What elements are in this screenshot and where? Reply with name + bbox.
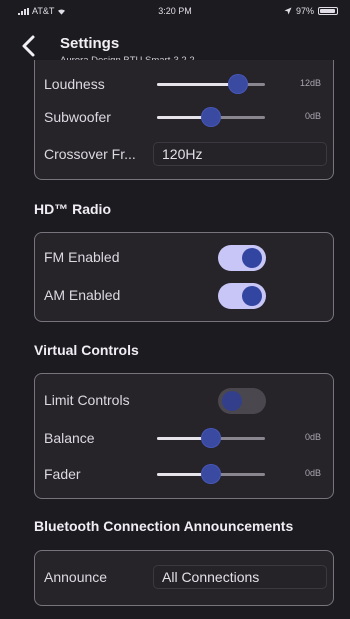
fader-value: 0dB xyxy=(304,468,321,478)
subwoofer-row: Subwoofer 0dB xyxy=(35,103,333,131)
balance-row: Balance 0dB xyxy=(35,424,333,452)
announce-label: Announce xyxy=(44,569,108,585)
fader-label: Fader xyxy=(44,466,81,482)
crossover-row: Crossover Fr... 120Hz xyxy=(35,140,333,168)
am-enabled-label: AM Enabled xyxy=(44,287,121,303)
announce-select[interactable]: All Connections xyxy=(153,565,327,589)
status-bar: AT&T 3:20 PM 97% xyxy=(0,0,350,24)
subwoofer-value: 0dB xyxy=(304,111,321,121)
audio-settings-card: Loudness 12dB Subwoofer 0dB Crossover Fr… xyxy=(34,60,334,180)
slider-thumb[interactable] xyxy=(201,107,221,127)
subwoofer-slider[interactable] xyxy=(157,107,265,127)
crossover-select[interactable]: 120Hz xyxy=(153,142,327,166)
virtual-controls-section-title: Virtual Controls xyxy=(34,342,139,358)
announce-row: Announce All Connections xyxy=(35,563,333,591)
bluetooth-section-title: Bluetooth Connection Announcements xyxy=(34,518,294,534)
location-arrow-icon xyxy=(284,7,292,15)
subwoofer-label: Subwoofer xyxy=(44,109,111,125)
fader-row: Fader 0dB xyxy=(35,460,333,488)
loudness-label: Loudness xyxy=(44,76,105,92)
loudness-row: Loudness 12dB xyxy=(35,70,333,98)
crossover-label: Crossover Fr... xyxy=(44,146,136,162)
am-enabled-toggle[interactable] xyxy=(218,283,266,309)
slider-thumb[interactable] xyxy=(201,428,221,448)
battery-percent: 97% xyxy=(295,6,314,16)
balance-value: 0dB xyxy=(304,432,321,442)
loudness-value: 12dB xyxy=(299,78,321,88)
slider-thumb[interactable] xyxy=(228,74,248,94)
hd-radio-section-title: HD™ Radio xyxy=(34,201,111,217)
toggle-knob xyxy=(242,286,262,306)
bluetooth-card: Announce All Connections xyxy=(34,550,334,606)
balance-slider[interactable] xyxy=(157,428,265,448)
hd-radio-card: FM Enabled AM Enabled xyxy=(34,232,334,322)
virtual-controls-card: Limit Controls Balance 0dB Fader 0dB xyxy=(34,373,334,499)
page-title: Settings xyxy=(60,35,120,52)
slider-thumb[interactable] xyxy=(201,464,221,484)
fm-enabled-label: FM Enabled xyxy=(44,249,120,265)
fm-enabled-toggle[interactable] xyxy=(218,245,266,271)
fm-enabled-row: FM Enabled xyxy=(35,243,333,271)
balance-label: Balance xyxy=(44,430,95,446)
slider-fill xyxy=(157,83,238,86)
am-enabled-row: AM Enabled xyxy=(35,281,333,309)
fader-slider[interactable] xyxy=(157,464,265,484)
chevron-left-icon[interactable] xyxy=(20,34,38,58)
battery-icon xyxy=(318,7,338,15)
toggle-knob xyxy=(222,391,242,411)
battery-fill xyxy=(320,9,336,13)
toggle-knob xyxy=(242,248,262,268)
limit-controls-toggle[interactable] xyxy=(218,388,266,414)
loudness-slider[interactable] xyxy=(157,74,265,94)
status-bar-right: 97% xyxy=(284,6,338,16)
limit-controls-label: Limit Controls xyxy=(44,392,130,408)
limit-controls-row: Limit Controls xyxy=(35,386,333,414)
